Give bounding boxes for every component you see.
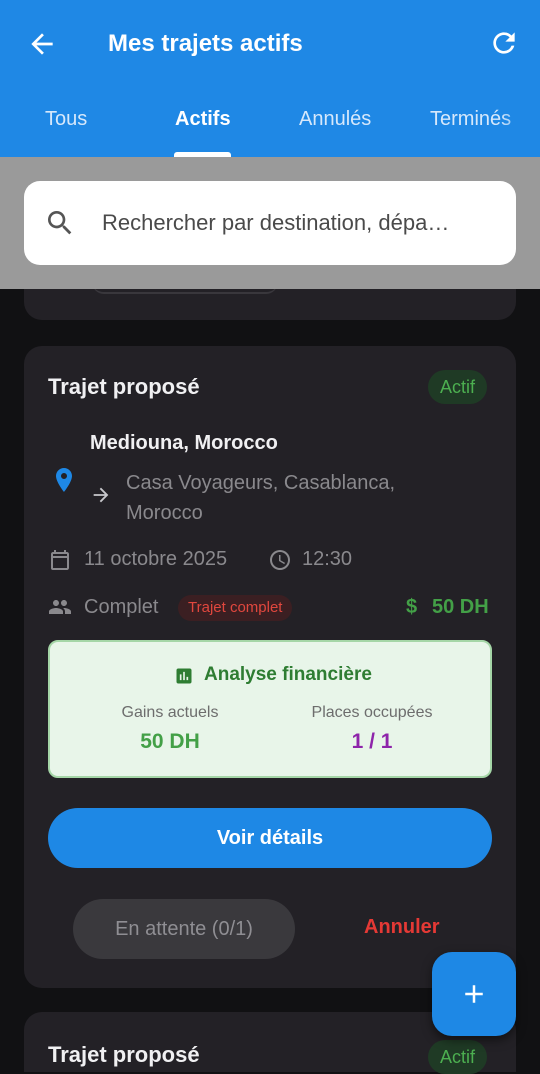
plus-icon bbox=[465, 985, 483, 1003]
tab-termines-label: Terminés bbox=[430, 108, 512, 130]
add-trip-button[interactable] bbox=[432, 952, 516, 1036]
trip-card[interactable]: Trajet proposé Actif Mediouna, Morocco C… bbox=[24, 346, 516, 988]
status-badge: Actif bbox=[428, 370, 488, 404]
tab-fade bbox=[500, 96, 540, 152]
pending-button[interactable]: En attente (0/1) bbox=[73, 899, 295, 959]
trip-time: 12:30 bbox=[302, 548, 353, 570]
chart-icon bbox=[176, 668, 192, 684]
page-title: Mes trajets actifs bbox=[108, 30, 303, 57]
refresh-icon[interactable] bbox=[488, 27, 520, 59]
arrow-right-icon bbox=[93, 487, 109, 503]
app-bar: Mes trajets actifs Tous Actifs Annulés T… bbox=[0, 0, 540, 157]
next-status-badge: Actif bbox=[428, 1040, 488, 1074]
view-details-button[interactable]: Voir détails bbox=[48, 808, 492, 868]
tab-actifs[interactable]: Actifs bbox=[175, 106, 231, 132]
trip-price: 50 DH bbox=[432, 596, 489, 618]
financial-analysis-panel: Analyse financière Gains actuels Places … bbox=[48, 640, 492, 778]
cancel-button[interactable]: Annuler bbox=[364, 916, 440, 939]
seats-occupied-value: 1 / 1 bbox=[351, 730, 393, 753]
tab-bar: Tous Actifs Annulés Terminés bbox=[0, 96, 540, 157]
search-bar[interactable] bbox=[24, 181, 516, 265]
dollar-icon: $ bbox=[406, 596, 418, 618]
people-icon bbox=[49, 600, 71, 614]
trip-date: 11 octobre 2025 bbox=[84, 548, 228, 570]
tab-annules[interactable]: Annulés bbox=[299, 106, 371, 132]
seats-occupied-label: Places occupées bbox=[311, 704, 433, 721]
location-pin-icon bbox=[56, 468, 72, 492]
search-input[interactable] bbox=[102, 203, 496, 243]
search-icon bbox=[48, 211, 72, 235]
seats-status: Complet bbox=[84, 596, 159, 618]
route-origin: Casa Voyageurs, Casablanca, Morocco bbox=[126, 472, 396, 524]
back-arrow-icon[interactable] bbox=[26, 28, 58, 60]
trip-card-title: Trajet proposé bbox=[48, 374, 200, 399]
financial-analysis-title: Analyse financière bbox=[204, 664, 372, 685]
next-trip-card-title: Trajet proposé bbox=[48, 1042, 200, 1067]
route-destination: Mediouna, Morocco bbox=[90, 432, 278, 454]
clock-icon bbox=[270, 550, 290, 570]
top-bar: Mes trajets actifs bbox=[0, 0, 540, 88]
calendar-icon bbox=[51, 550, 69, 570]
full-trip-badge: Trajet complet bbox=[178, 595, 293, 621]
tab-tous[interactable]: Tous bbox=[45, 106, 87, 132]
